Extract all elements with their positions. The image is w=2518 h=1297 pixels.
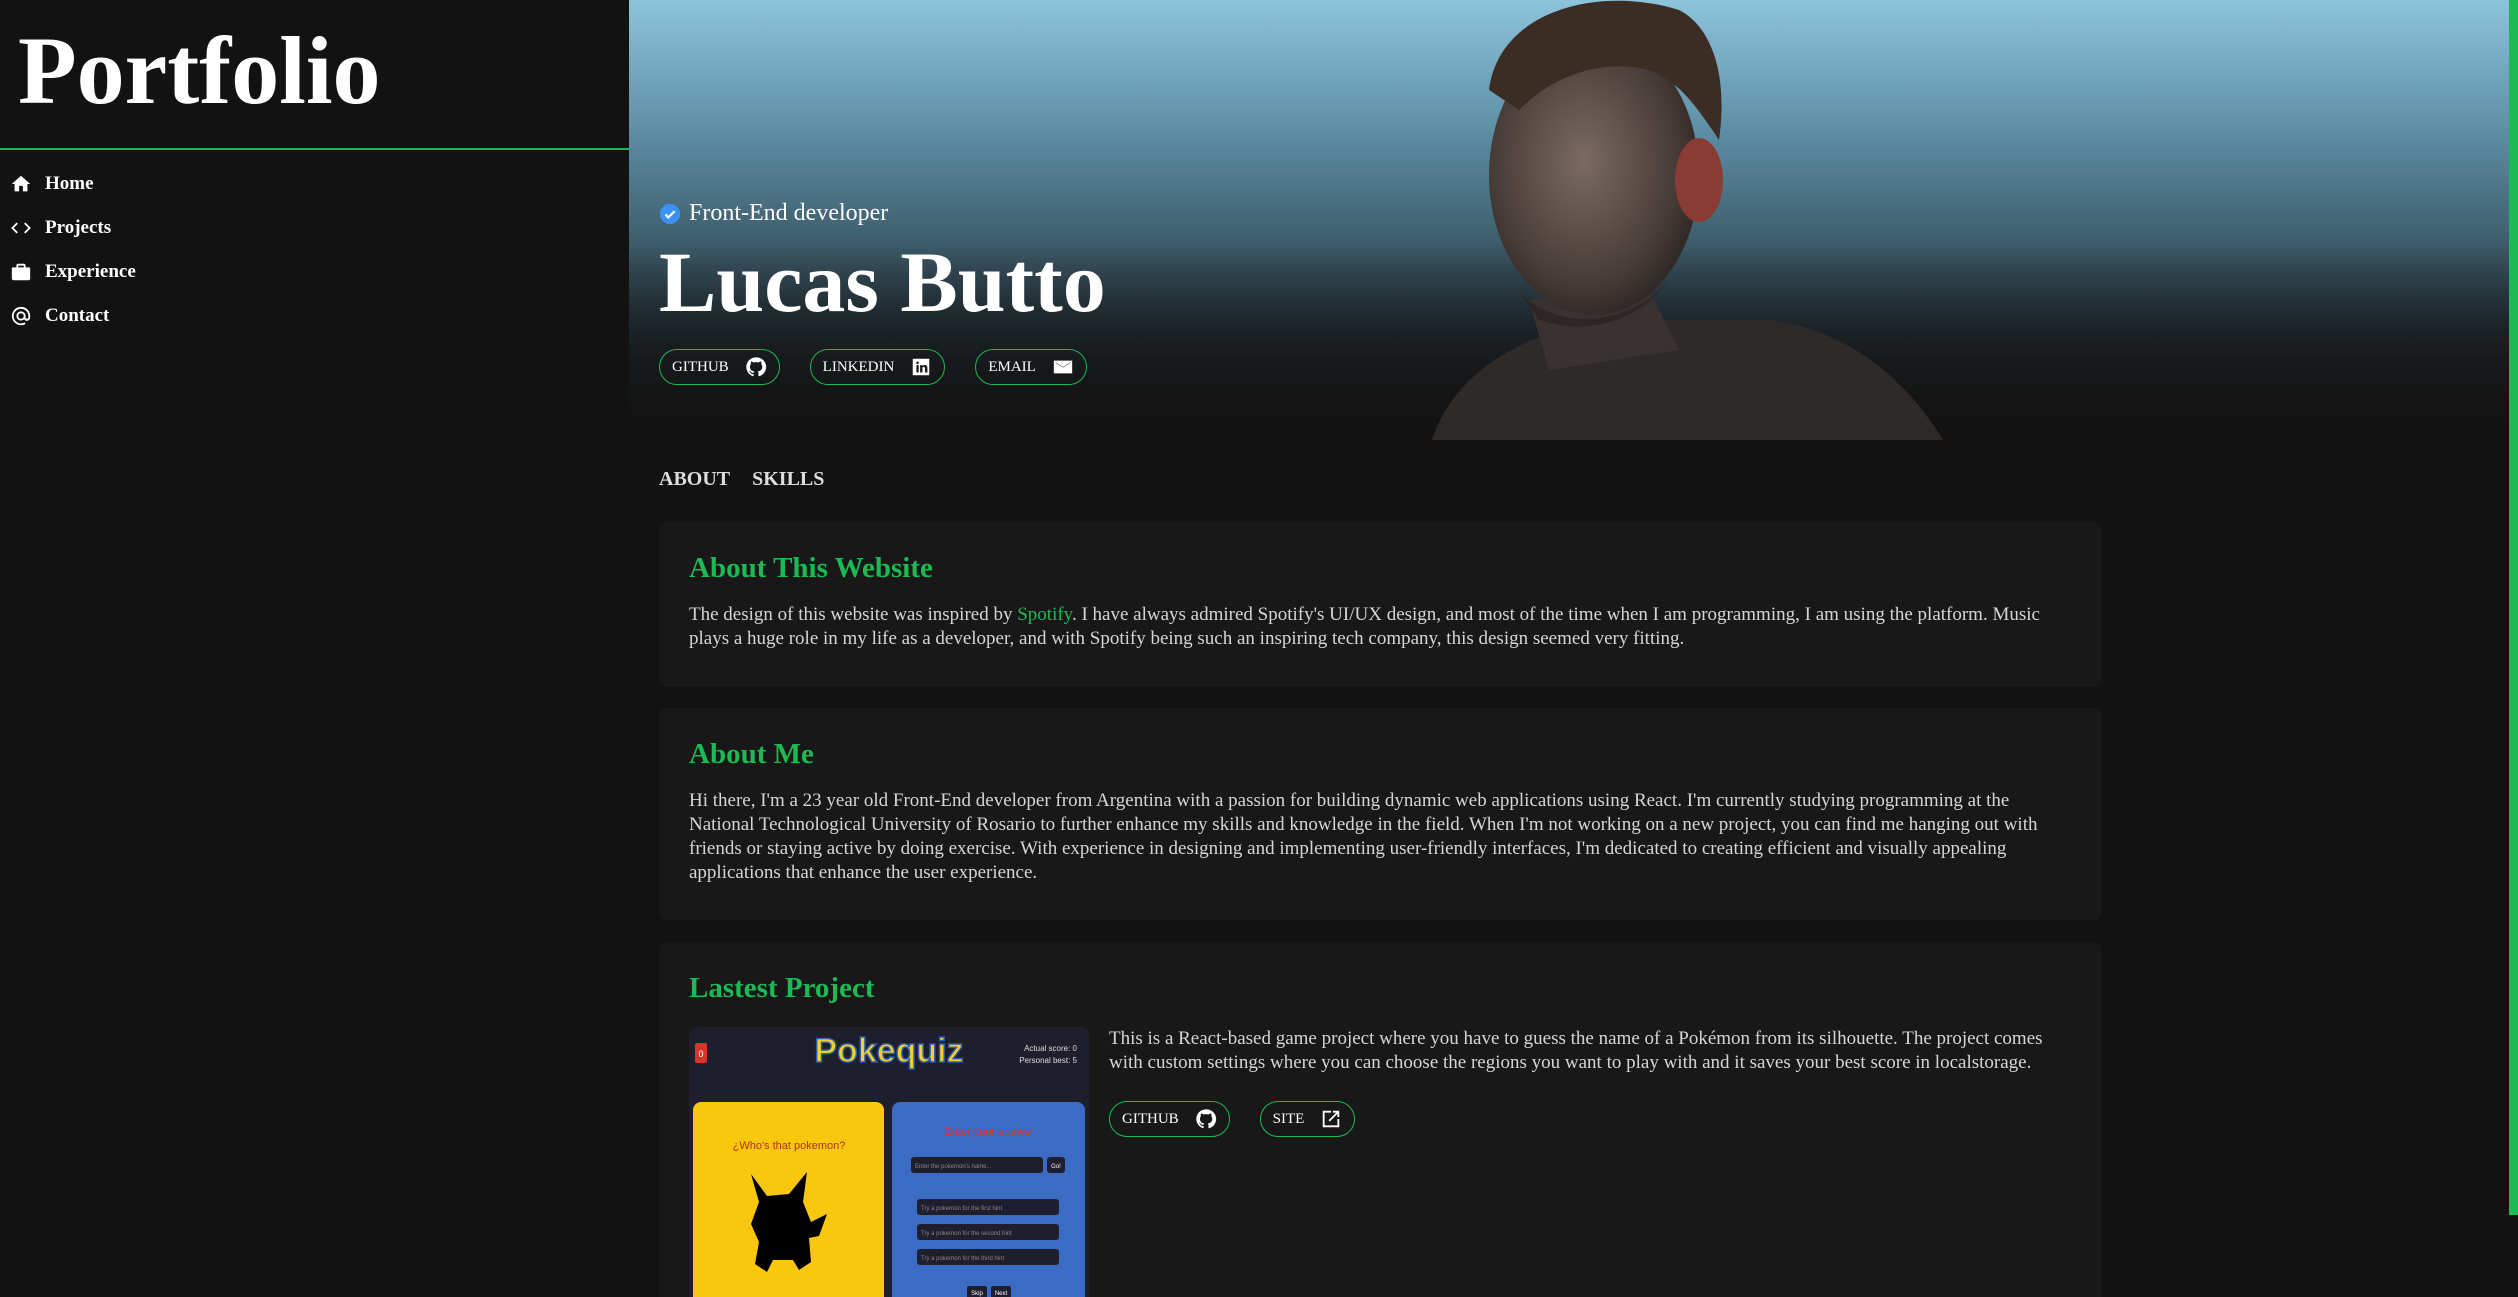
about-website-card: About This Website The design of this we… [659, 522, 2102, 687]
project-details: This is a React-based game project where… [1109, 1027, 2072, 1297]
scrollbar-thumb[interactable] [2509, 0, 2518, 1215]
github-label: GITHUB [672, 358, 729, 375]
latest-project-card: Lastest Project 0 Pokequiz Actual score:… [659, 942, 2102, 1297]
card-text: Hi there, I'm a 23 year old Front-End de… [689, 790, 2038, 883]
home-icon [11, 175, 31, 192]
answer-input-placeholder: Enter the pokemon's name... [915, 1164, 992, 1170]
sidebar: Portfolio Home Projects Experience Conta… [0, 0, 629, 1297]
profile-photo [1432, 0, 1943, 440]
sidebar-item-label: Contact [45, 305, 110, 326]
project-site-button[interactable]: SITE [1259, 1101, 1356, 1137]
project-links: GITHUB SITE [1109, 1101, 2072, 1137]
pokequiz-logo: Pokequiz [814, 1032, 963, 1070]
personal-best: Personal best: 5 [1019, 1056, 1077, 1065]
sidebar-nav: Home Projects Experience Contact [0, 150, 629, 338]
question-text: ¿Who's that pokemon? [733, 1140, 846, 1152]
score-badge: 0 [698, 1049, 703, 1059]
project-github-button[interactable]: GITHUB [1109, 1101, 1230, 1137]
site-label: SITE [1272, 1110, 1305, 1127]
github-label: GITHUB [1122, 1110, 1179, 1127]
linkedin-label: LINKEDIN [822, 358, 895, 375]
hint-2: Try a pokemon for the second hint [921, 1231, 1012, 1237]
sidebar-item-label: Home [45, 173, 94, 194]
hero-name: Lucas Butto [659, 234, 1106, 330]
card-title: About This Website [689, 552, 933, 584]
external-link-icon [1323, 1110, 1340, 1128]
github-button[interactable]: GITHUB [659, 349, 780, 386]
code-icon [11, 222, 31, 234]
tab-about[interactable]: ABOUT [659, 468, 730, 491]
answer-title: Enter your answer [944, 1126, 1034, 1138]
main-content: Front-End developer Lucas Butto GITHUB L… [629, 0, 2509, 1297]
github-icon [1195, 1109, 1216, 1129]
sidebar-item-label: Projects [45, 217, 112, 238]
card-text: The design of this website was inspired … [689, 603, 2072, 651]
text-segment: The design of this website was inspired … [689, 604, 1018, 625]
tab-skills[interactable]: SKILLS [752, 468, 824, 491]
card-title: Lastest Project [689, 972, 875, 1004]
actual-score: Actual score: 0 [1024, 1044, 1077, 1053]
project-description: This is a React-based game project where… [1109, 1028, 2043, 1073]
github-icon [745, 357, 766, 377]
section-tabs: ABOUT SKILLS [659, 468, 824, 491]
social-links: GITHUB LINKEDIN EMAIL [659, 349, 1106, 386]
sidebar-item-home[interactable]: Home [0, 162, 629, 206]
project-row: 0 Pokequiz Actual score: 0 Personal best… [689, 1027, 2072, 1297]
verified-badge-icon [659, 203, 681, 224]
email-button[interactable]: EMAIL [975, 349, 1087, 386]
at-icon [11, 306, 31, 326]
verified-role: Front-End developer [659, 200, 1106, 227]
sidebar-item-contact[interactable]: Contact [0, 294, 629, 338]
hero-banner: Front-End developer Lucas Butto GITHUB L… [629, 0, 2509, 440]
sidebar-item-projects[interactable]: Projects [0, 206, 629, 250]
briefcase-icon [11, 263, 31, 281]
project-screenshot[interactable]: 0 Pokequiz Actual score: 0 Personal best… [689, 1027, 1089, 1297]
sidebar-item-experience[interactable]: Experience [0, 250, 629, 294]
spotify-link[interactable]: Spotify [1017, 604, 1072, 625]
hero-role: Front-End developer [689, 200, 889, 226]
card-title: About Me [689, 738, 814, 770]
hero-content: Front-End developer Lucas Butto GITHUB L… [659, 200, 1106, 386]
skip-button: Skip [971, 1291, 983, 1297]
email-icon [1053, 360, 1072, 374]
next-button: Next [995, 1291, 1008, 1297]
hint-3: Try a pokemon for the third hint [921, 1256, 1004, 1262]
go-button: Go! [1051, 1164, 1061, 1170]
email-label: EMAIL [988, 358, 1036, 375]
sidebar-item-label: Experience [45, 261, 136, 282]
site-logo[interactable]: Portfolio [0, 0, 629, 150]
hint-1: Try a pokemon for the first hint [921, 1206, 1002, 1212]
about-me-card: About Me Hi there, I'm a 23 year old Fro… [659, 708, 2102, 920]
linkedin-icon [913, 359, 930, 376]
linkedin-button[interactable]: LINKEDIN [809, 349, 946, 386]
